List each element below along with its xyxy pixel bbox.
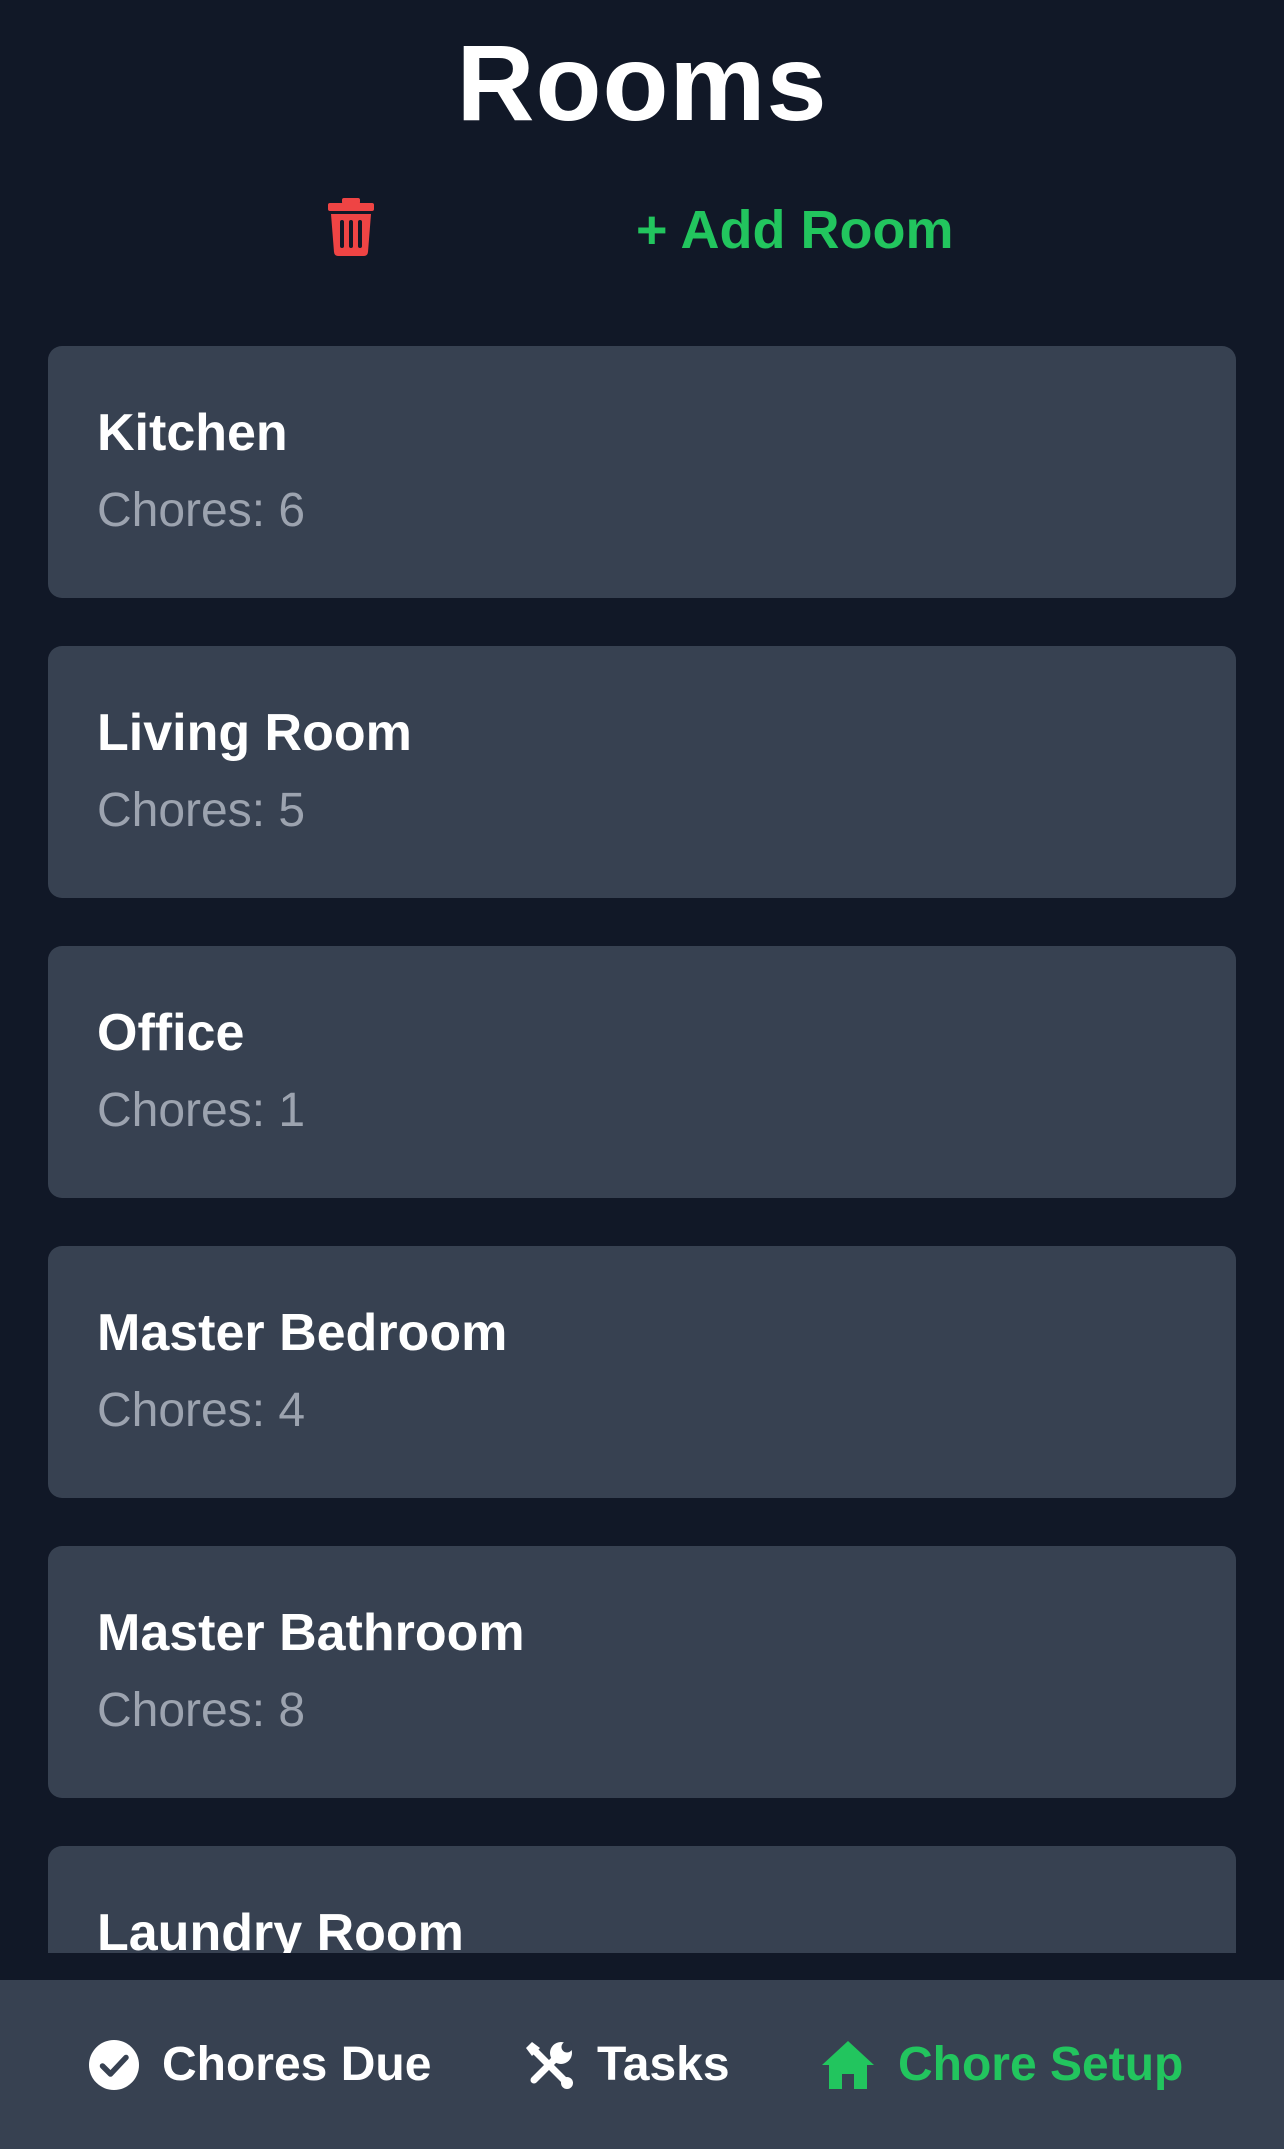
room-list[interactable]: Kitchen Chores: 6 Living Room Chores: 5 … [0, 300, 1284, 1953]
room-name: Living Room [97, 704, 412, 762]
page-title: Rooms [456, 22, 828, 143]
room-chore-count: Chores: 6 [97, 484, 306, 537]
nav-label: Chores Due [162, 2038, 432, 2091]
room-card-laundry-room[interactable]: Laundry Room [48, 1846, 1236, 1953]
home-icon [822, 2040, 874, 2089]
room-name: Master Bedroom [97, 1304, 508, 1362]
room-card-master-bathroom[interactable]: Master Bathroom Chores: 8 [48, 1546, 1236, 1798]
nav-tasks[interactable]: Tasks [523, 1980, 730, 2149]
trash-icon [328, 198, 374, 256]
nav-chore-setup[interactable]: Chore Setup [820, 1980, 1183, 2149]
room-card-office[interactable]: Office Chores: 1 [48, 946, 1236, 1198]
room-name: Laundry Room [97, 1904, 464, 1953]
room-card-kitchen[interactable]: Kitchen Chores: 6 [48, 346, 1236, 598]
room-card-master-bedroom[interactable]: Master Bedroom Chores: 4 [48, 1246, 1236, 1498]
room-chore-count: Chores: 5 [97, 784, 306, 837]
room-chore-count: Chores: 8 [97, 1684, 306, 1737]
add-room-button[interactable]: + Add Room [636, 198, 954, 262]
nav-label: Chore Setup [898, 2038, 1184, 2091]
room-name: Kitchen [97, 404, 288, 462]
room-name: Master Bathroom [97, 1604, 525, 1662]
room-name: Office [97, 1004, 245, 1062]
bottom-nav: Chores Due Tasks Chore Setup [0, 1980, 1284, 2149]
nav-label: Tasks [597, 2038, 730, 2091]
nav-chores-due[interactable]: Chores Due [88, 1980, 431, 2149]
delete-room-button[interactable] [326, 198, 376, 256]
check-circle-icon [89, 2039, 139, 2090]
room-card-living-room[interactable]: Living Room Chores: 5 [48, 646, 1236, 898]
room-chore-count: Chores: 4 [97, 1384, 306, 1437]
room-chore-count: Chores: 1 [97, 1084, 306, 1137]
tools-icon [526, 2041, 573, 2089]
